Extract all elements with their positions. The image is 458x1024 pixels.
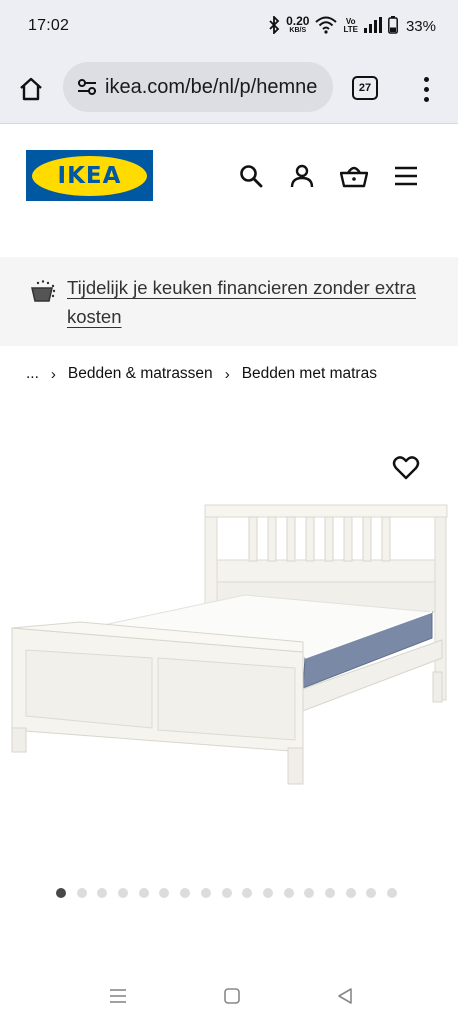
carousel-dot[interactable] — [366, 888, 377, 898]
site-header: IKEA — [0, 124, 458, 257]
bluetooth-icon — [268, 14, 280, 37]
home-button-icon[interactable] — [220, 984, 244, 1008]
carousel-dot[interactable] — [262, 888, 273, 898]
promo-banner: Tijdelijk je keuken financieren zonder e… — [0, 257, 458, 346]
carousel-dot[interactable] — [97, 888, 108, 898]
android-nav-bar — [0, 968, 458, 1024]
battery-percent: 33% — [405, 17, 436, 35]
carousel-dot[interactable] — [76, 888, 87, 898]
heart-icon[interactable] — [392, 454, 420, 482]
volte-indicator: Vo LTE — [343, 17, 358, 34]
tab-count: 27 — [358, 82, 372, 94]
product-image-bed[interactable] — [0, 490, 458, 800]
carousel-dot[interactable] — [242, 888, 253, 898]
browser-toolbar: ikea.com/be/nl/p/hemne 27 — [0, 54, 458, 124]
carousel-dot[interactable] — [387, 888, 397, 898]
carousel-dot[interactable] — [345, 888, 356, 898]
ikea-logo[interactable]: IKEA — [26, 150, 153, 201]
wifi-icon — [315, 16, 338, 37]
back-icon[interactable] — [333, 984, 357, 1008]
carousel-dot[interactable] — [118, 888, 129, 898]
carousel-dot[interactable] — [221, 888, 232, 898]
chevron-right-icon: › — [224, 365, 230, 383]
chevron-right-icon: › — [50, 365, 56, 383]
carousel-dot[interactable] — [138, 888, 149, 898]
carousel-dot[interactable] — [304, 888, 315, 898]
carousel-dot[interactable] — [200, 888, 211, 898]
network-speed: 0.20 KB/S — [286, 14, 310, 34]
breadcrumb-item-more[interactable]: ... — [26, 365, 39, 383]
more-menu-icon[interactable] — [416, 74, 436, 104]
status-bar: 17:02 0.20 KB/S Vo LTE 33% — [0, 0, 458, 54]
carousel-dot[interactable] — [56, 888, 66, 898]
recent-apps-icon[interactable] — [106, 984, 130, 1008]
carousel-dot[interactable] — [180, 888, 191, 898]
breadcrumb: ... › Bedden & matrassen › Bedden met ma… — [26, 363, 377, 385]
carousel-dot[interactable] — [283, 888, 294, 898]
breadcrumb-item-beds-mattresses[interactable]: Bedden & matrassen — [68, 365, 213, 383]
carousel-dot[interactable] — [159, 888, 170, 898]
status-icons: 0.20 KB/S Vo LTE 33% — [268, 14, 436, 37]
carousel-dots[interactable] — [56, 888, 397, 898]
hamburger-menu-icon[interactable] — [392, 162, 420, 190]
search-icon[interactable] — [237, 162, 265, 190]
url-text[interactable]: ikea.com/be/nl/p/hemne — [105, 76, 317, 99]
status-time: 17:02 — [28, 17, 70, 34]
breadcrumb-item-beds-with-mattress[interactable]: Bedden met matras — [242, 365, 377, 383]
tabs-icon[interactable]: 27 — [352, 76, 378, 100]
site-settings-icon[interactable] — [75, 75, 99, 99]
signal-icon — [363, 16, 382, 36]
financing-icon — [28, 279, 56, 305]
url-bar[interactable]: ikea.com/be/nl/p/hemne — [63, 62, 333, 112]
account-icon[interactable] — [288, 162, 316, 190]
promo-link[interactable]: Tijdelijk je keuken financieren zonder e… — [67, 273, 439, 331]
carousel-dot[interactable] — [324, 888, 335, 898]
basket-icon[interactable] — [340, 162, 368, 190]
battery-icon — [388, 15, 398, 37]
home-icon[interactable] — [16, 74, 46, 104]
